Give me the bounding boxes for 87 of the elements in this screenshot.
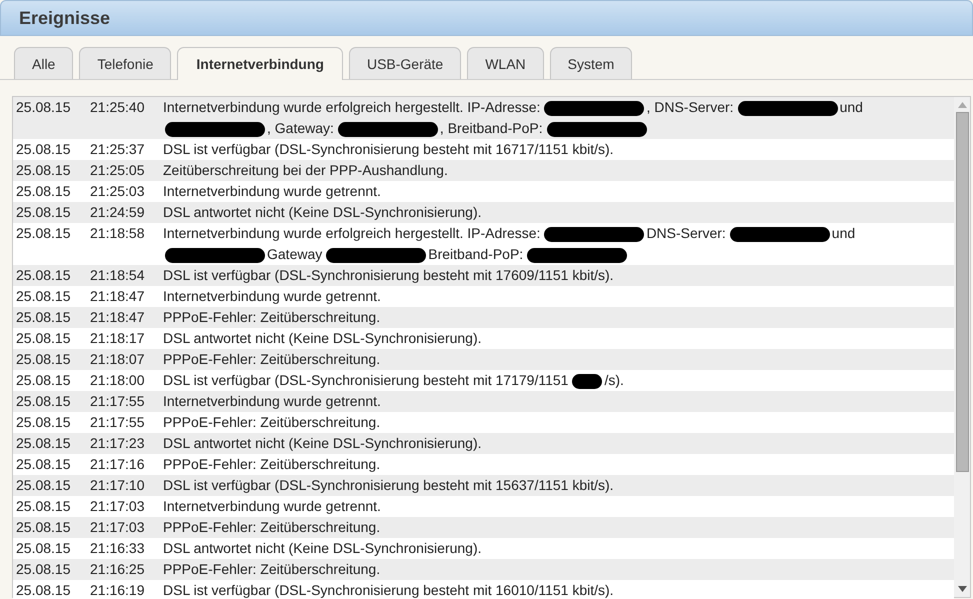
event-date: 25.08.15 bbox=[15, 371, 72, 390]
event-date: 25.08.15 bbox=[15, 329, 72, 348]
event-date: 25.08.15 bbox=[15, 224, 72, 243]
event-message: , DNS-Server: bbox=[646, 99, 734, 115]
event-message: Gateway bbox=[267, 246, 322, 262]
event-time: 21:18:47 bbox=[90, 287, 146, 306]
event-date: 25.08.15 bbox=[15, 539, 72, 558]
tab[interactable]: Internetverbindung bbox=[177, 47, 343, 80]
event-time: 21:16:33 bbox=[90, 539, 146, 558]
event-time: 21:25:37 bbox=[90, 140, 146, 159]
event-message: DSL antwortet nicht (Keine DSL-Synchronisierung). bbox=[163, 435, 482, 451]
event-time: 21:18:00 bbox=[90, 371, 146, 390]
event-time: 21:25:40 bbox=[90, 98, 146, 117]
event-message: PPPoE-Fehler: Zeitüberschreitung. bbox=[163, 456, 380, 472]
event-message: DSL ist verfügbar (DSL-Synchronisierung besteht mit 16717/1151 kbit/s). bbox=[163, 141, 614, 157]
event-message: Internetverbindung wurde getrennt. bbox=[163, 288, 381, 304]
event-time: 21:18:07 bbox=[90, 350, 146, 369]
event-message: DNS-Server: bbox=[646, 225, 726, 241]
scroll-up-icon[interactable] bbox=[958, 102, 966, 108]
event-message: , Gateway: bbox=[267, 120, 334, 136]
event-message: DSL ist verfügbar (DSL-Synchronisierung besteht mit 15637/1151 kbit/s). bbox=[163, 477, 614, 493]
event-time: 21:17:03 bbox=[90, 518, 146, 537]
event-message: Internetverbindung wurde getrennt. bbox=[163, 183, 381, 199]
event-date: 25.08.15 bbox=[15, 140, 72, 159]
event-message: DSL antwortet nicht (Keine DSL-Synchronisierung). bbox=[163, 540, 482, 556]
event-message: PPPoE-Fehler: Zeitüberschreitung. bbox=[163, 351, 380, 367]
event-message: und bbox=[840, 99, 863, 115]
event-date: 25.08.15 bbox=[15, 413, 72, 432]
event-date: 25.08.15 bbox=[15, 560, 72, 579]
page-title: Ereignisse bbox=[19, 8, 110, 28]
event-message: PPPoE-Fehler: Zeitüberschreitung. bbox=[163, 309, 380, 325]
event-message: Internetverbindung wurde erfolgreich hergestellt. IP-Adresse: bbox=[163, 99, 540, 115]
event-date: 25.08.15 bbox=[15, 182, 72, 201]
event-message: DSL ist verfügbar (DSL-Synchronisierung besteht mit 16010/1151 kbit/s). bbox=[163, 582, 614, 598]
tab[interactable]: WLAN bbox=[467, 47, 544, 79]
event-date: 25.08.15 bbox=[15, 518, 72, 537]
event-date: 25.08.15 bbox=[15, 476, 72, 495]
scrollbar[interactable] bbox=[954, 97, 970, 597]
event-message: Internetverbindung wurde erfolgreich hergestellt. IP-Adresse: bbox=[163, 225, 540, 241]
event-time: 21:17:16 bbox=[90, 455, 146, 474]
event-time: 21:17:10 bbox=[90, 476, 146, 495]
event-message: DSL antwortet nicht (Keine DSL-Synchronisierung). bbox=[163, 204, 482, 220]
event-time: 21:17:23 bbox=[90, 434, 146, 453]
event-message: Breitband-PoP: bbox=[428, 246, 524, 262]
event-message: Zeitüberschreitung bei der PPP-Aushandlung. bbox=[163, 162, 448, 178]
tab[interactable]: USB-Geräte bbox=[348, 47, 462, 79]
event-date: 25.08.15 bbox=[15, 581, 72, 599]
event-time: 21:25:03 bbox=[90, 182, 146, 201]
event-time: 21:25:05 bbox=[90, 161, 146, 180]
event-time: 21:17:55 bbox=[90, 392, 146, 411]
event-message: und bbox=[832, 225, 856, 241]
event-date: 25.08.15 bbox=[15, 203, 72, 222]
event-time: 21:18:58 bbox=[90, 224, 146, 243]
event-message: DSL antwortet nicht (Keine DSL-Synchronisierung). bbox=[163, 330, 482, 346]
tab[interactable]: System bbox=[550, 47, 632, 79]
event-date: 25.08.15 bbox=[15, 497, 72, 516]
event-time: 21:18:17 bbox=[90, 329, 146, 348]
event-date: 25.08.15 bbox=[15, 392, 72, 411]
event-time: 21:17:03 bbox=[90, 497, 146, 516]
event-date: 25.08.15 bbox=[15, 98, 72, 117]
event-date: 25.08.15 bbox=[15, 455, 72, 474]
event-date: 25.08.15 bbox=[15, 161, 72, 180]
event-time: 21:16:25 bbox=[90, 560, 146, 579]
tab[interactable]: Telefonie bbox=[79, 47, 172, 79]
event-time: 21:16:19 bbox=[90, 581, 146, 599]
event-message: PPPoE-Fehler: Zeitüberschreitung. bbox=[163, 519, 380, 535]
event-message: DSL ist verfügbar (DSL-Synchronisierung besteht mit 17609/1151 kbit/s). bbox=[163, 267, 614, 283]
redaction-mark bbox=[572, 374, 602, 389]
event-message: Internetverbindung wurde getrennt. bbox=[163, 498, 381, 514]
scrollbar-thumb[interactable] bbox=[956, 112, 968, 472]
tab[interactable]: Alle bbox=[14, 47, 74, 79]
event-message: PPPoE-Fehler: Zeitüberschreitung. bbox=[163, 561, 380, 577]
event-time: 21:18:47 bbox=[90, 308, 146, 327]
event-date: 25.08.15 bbox=[15, 266, 72, 285]
event-date: 25.08.15 bbox=[15, 350, 72, 369]
event-message: , Breitband-PoP: bbox=[440, 120, 543, 136]
event-message: Internetverbindung wurde getrennt. bbox=[163, 393, 381, 409]
event-time: 21:24:59 bbox=[90, 203, 146, 222]
event-date: 25.08.15 bbox=[15, 434, 72, 453]
event-date: 25.08.15 bbox=[15, 308, 72, 327]
event-date: 25.08.15 bbox=[15, 287, 72, 306]
event-message: /s). bbox=[604, 372, 624, 388]
event-message: PPPoE-Fehler: Zeitüberschreitung. bbox=[163, 414, 380, 430]
event-time: 21:17:55 bbox=[90, 413, 146, 432]
event-message: DSL ist verfügbar (DSL-Synchronisierung besteht mit 17179/1151 bbox=[163, 372, 568, 388]
scroll-down-icon[interactable] bbox=[958, 586, 966, 592]
event-time: 21:18:54 bbox=[90, 266, 146, 285]
